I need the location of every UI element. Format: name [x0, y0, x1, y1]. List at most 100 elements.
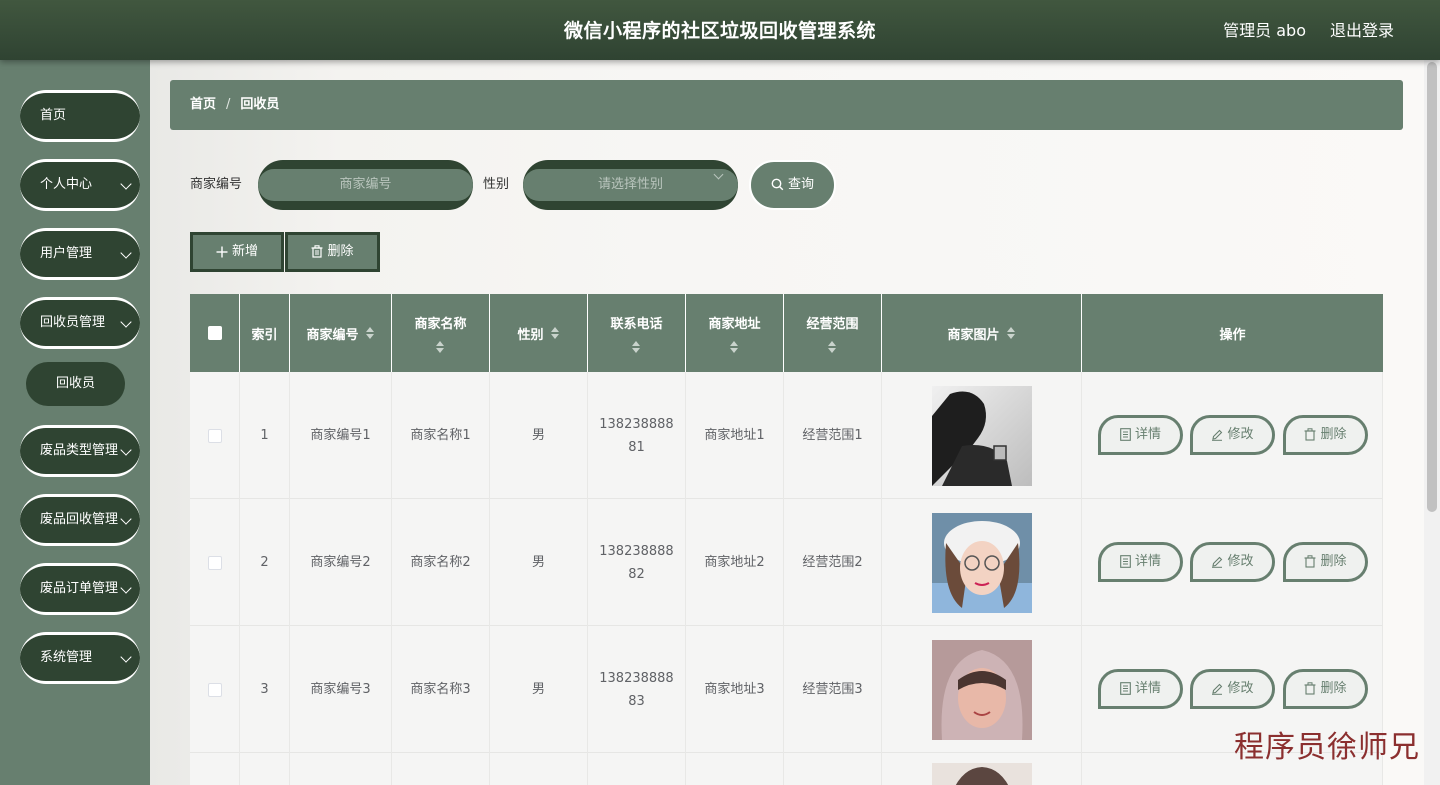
cell-scope: 经营范围1	[784, 372, 882, 499]
sort-icon[interactable]	[550, 326, 560, 340]
cell-address	[686, 753, 784, 785]
cell-phone: 138238888 82	[588, 499, 686, 626]
cell-gender: 男	[490, 372, 588, 499]
merchant-photo-image[interactable]	[931, 512, 1032, 613]
cell-scope	[784, 753, 882, 785]
column-label: 商家地址	[708, 316, 761, 332]
sort-icon[interactable]	[631, 340, 641, 354]
row-checkbox[interactable]	[207, 428, 222, 443]
row-select-cell	[190, 753, 240, 785]
sort-icon[interactable]	[1006, 326, 1016, 340]
column-header-photo[interactable]: 商家图片	[882, 294, 1082, 372]
sidebar-item-label: 用户管理	[40, 246, 93, 261]
detail-button[interactable]: 详情	[1098, 669, 1183, 709]
chevron-down-icon	[120, 444, 132, 456]
sidebar-item-recycler-management[interactable]: 回收员管理	[20, 297, 140, 349]
sidebar-item-user-management[interactable]: 用户管理	[20, 228, 140, 280]
cell-merchant-code: 商家编号3	[290, 626, 392, 753]
sort-icon[interactable]	[365, 326, 375, 340]
edit-label: 修改	[1227, 554, 1254, 569]
sidebar-item-label: 废品回收管理	[40, 512, 119, 527]
sidebar-item-personal-center[interactable]: 个人中心	[20, 159, 140, 211]
batch-delete-button[interactable]: 删除	[285, 232, 380, 272]
table-row: 1 商家编号1 商家名称1 男 138238888 81 商家地址1 经营范围1	[190, 372, 1383, 499]
table-row: 2 商家编号2 商家名称2 男 138238888 82 商家地址2 经营范围2	[190, 499, 1383, 626]
sidebar-item-waste-type-management[interactable]: 废品类型管理	[20, 425, 140, 477]
delete-button[interactable]: 删除	[1283, 542, 1368, 582]
table-row	[190, 753, 1383, 785]
breadcrumb-separator: /	[226, 97, 231, 112]
select-all-checkbox[interactable]	[207, 326, 222, 340]
cell-merchant-name	[392, 753, 490, 785]
column-header-address[interactable]: 商家地址	[686, 294, 784, 372]
cell-index	[240, 753, 290, 785]
sidebar-item-system-management[interactable]: 系统管理	[20, 632, 140, 684]
merchant-photo-image[interactable]	[931, 763, 1032, 785]
cell-photo	[882, 372, 1082, 499]
sort-icon[interactable]	[435, 340, 445, 354]
cell-address: 商家地址2	[686, 499, 784, 626]
column-header-gender[interactable]: 性别	[490, 294, 588, 372]
plus-icon	[216, 246, 228, 257]
logout-link[interactable]: 退出登录	[1330, 0, 1394, 60]
delete-button[interactable]: 删除	[1283, 415, 1368, 455]
table-row: 3 商家编号3 商家名称3 男 138238888 83 商家地址3 经营范围3	[190, 626, 1383, 753]
cell-merchant-name: 商家名称1	[392, 372, 490, 499]
sort-icon[interactable]	[827, 340, 837, 354]
edit-button[interactable]: 修改	[1190, 669, 1275, 709]
cell-index: 2	[240, 499, 290, 626]
edit-button[interactable]: 修改	[1190, 415, 1275, 455]
delete-button[interactable]: 删除	[1283, 669, 1368, 709]
trash-icon	[1304, 428, 1316, 441]
cell-gender: 男	[490, 499, 588, 626]
column-header-merchant-code[interactable]: 商家编号	[290, 294, 392, 372]
row-checkbox[interactable]	[207, 682, 222, 697]
gender-placeholder: 请选择性别	[523, 169, 738, 201]
sidebar-item-waste-order-management[interactable]: 废品订单管理	[20, 563, 140, 615]
current-user: 管理员 abo	[1223, 21, 1306, 40]
column-header-phone[interactable]: 联系电话	[588, 294, 686, 372]
query-button[interactable]: 查询	[749, 160, 836, 210]
detail-label: 详情	[1134, 554, 1161, 569]
cell-phone: 138238888 81	[588, 372, 686, 499]
document-icon	[1120, 428, 1131, 441]
sidebar-item-label: 回收员管理	[40, 315, 106, 330]
sort-icon[interactable]	[729, 340, 739, 354]
merchant-code-input[interactable]: 商家编号	[258, 160, 473, 210]
detail-button[interactable]: 详情	[1098, 542, 1183, 582]
sidebar-item-home[interactable]: 首页	[20, 90, 140, 142]
sidebar-subitem-recycler[interactable]: 回收员	[26, 362, 125, 406]
cell-scope: 经营范围2	[784, 499, 882, 626]
delete-label: 删除	[1320, 554, 1347, 569]
cell-actions: 详情 修改 删除	[1082, 499, 1383, 626]
column-header-merchant-name[interactable]: 商家名称	[392, 294, 490, 372]
cell-merchant-code	[290, 753, 392, 785]
scrollbar-thumb[interactable]	[1427, 62, 1437, 512]
merchant-code-placeholder: 商家编号	[258, 169, 473, 201]
gender-select[interactable]: 请选择性别	[523, 160, 738, 210]
edit-button[interactable]: 修改	[1190, 542, 1275, 582]
cell-index: 3	[240, 626, 290, 753]
row-checkbox[interactable]	[207, 555, 222, 570]
column-header-scope[interactable]: 经营范围	[784, 294, 882, 372]
add-button[interactable]: 新增	[190, 232, 284, 272]
search-icon	[771, 178, 784, 191]
cell-index: 1	[240, 372, 290, 499]
table-header: 索引 商家编号 商家名称 性别 联系电话 商家地址 经营范围 商家图片 操作	[190, 294, 1383, 372]
breadcrumb-home[interactable]: 首页	[190, 97, 216, 112]
merchant-photo-image[interactable]	[931, 639, 1032, 740]
pencil-icon	[1212, 683, 1223, 695]
detail-label: 详情	[1134, 427, 1161, 442]
select-all-header	[190, 294, 240, 372]
add-label: 新增	[231, 244, 258, 259]
cell-scope: 经营范围3	[784, 626, 882, 753]
detail-button[interactable]: 详情	[1098, 415, 1183, 455]
row-select-cell	[190, 372, 240, 499]
merchant-photo-image[interactable]	[931, 385, 1032, 486]
chevron-down-icon	[120, 316, 132, 328]
edit-label: 修改	[1227, 681, 1254, 696]
cell-merchant-code: 商家编号1	[290, 372, 392, 499]
vertical-scrollbar[interactable]	[1424, 60, 1440, 785]
cell-phone	[588, 753, 686, 785]
sidebar-item-waste-recycling-management[interactable]: 废品回收管理	[20, 494, 140, 546]
